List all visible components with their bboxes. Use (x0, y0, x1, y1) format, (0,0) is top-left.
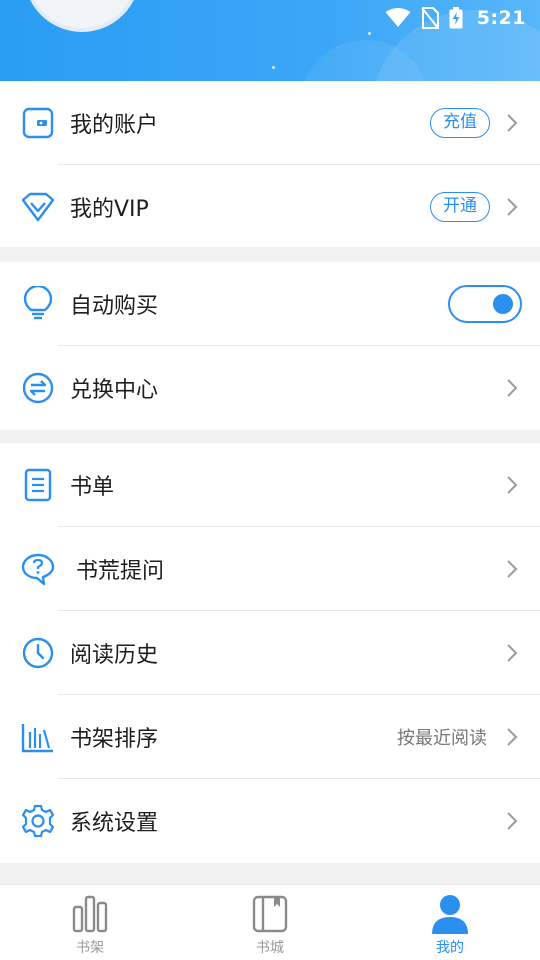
chevron-right-icon (507, 476, 518, 494)
bottom-navigation: 书架 书城 我的 (0, 884, 540, 960)
menu-item-auto-buy: 自动购买 (0, 262, 540, 346)
menu-item-label: 阅读历史 (70, 643, 159, 668)
lightbulb-icon (20, 286, 56, 322)
recharge-button[interactable]: 充值 (430, 108, 490, 138)
menu-item-my-account[interactable]: 我的账户 充值 (0, 81, 540, 165)
menu-item-my-vip[interactable]: 我的VIP 开通 (0, 165, 540, 249)
booklist-icon (20, 467, 56, 503)
person-icon (430, 893, 470, 935)
chevron-right-icon (507, 379, 518, 397)
status-bar: 5:21 (385, 6, 526, 30)
menu-item-exchange-center[interactable]: 兑换中心 (0, 346, 540, 430)
menu-item-label: 自动购买 (70, 294, 159, 319)
bookshelf-icon (70, 893, 110, 935)
chevron-right-icon (507, 560, 518, 578)
nav-tab-label: 我的 (436, 940, 464, 956)
profile-header: 5:21 (0, 0, 540, 81)
header-sparkle (272, 66, 275, 69)
nav-tab-me[interactable]: 我的 (360, 885, 540, 960)
chevron-right-icon (507, 114, 518, 132)
purchase-section: 自动购买 兑换中心 (0, 262, 540, 430)
library-section: 书单 书荒提问 阅读历史 书架排序 按最近阅读 系统设置 (0, 443, 540, 863)
menu-item-label: 兑换中心 (70, 378, 159, 403)
menu-item-label: 我的VIP (70, 197, 149, 222)
status-time: 5:21 (476, 7, 526, 29)
chevron-right-icon (507, 644, 518, 662)
menu-item-label: 系统设置 (70, 811, 159, 836)
sort-bars-icon (20, 719, 56, 755)
header-sparkle (368, 32, 371, 35)
shelf-sort-value: 按最近阅读 (397, 728, 487, 749)
menu-item-label: 我的账户 (70, 113, 159, 138)
nav-tab-label: 书架 (76, 940, 104, 956)
chevron-right-icon (507, 728, 518, 746)
menu-item-label: 书架排序 (70, 727, 159, 752)
diamond-icon (20, 189, 56, 225)
no-sim-icon (420, 7, 439, 29)
activate-vip-button[interactable]: 开通 (430, 192, 490, 222)
chevron-right-icon (507, 198, 518, 216)
menu-item-book-request[interactable]: 书荒提问 (0, 527, 540, 611)
toggle-knob (493, 294, 513, 314)
menu-item-book-list[interactable]: 书单 (0, 443, 540, 527)
auto-buy-toggle[interactable] (448, 285, 522, 323)
gear-icon (20, 803, 56, 839)
menu-item-reading-history[interactable]: 阅读历史 (0, 611, 540, 695)
nav-tab-bookstore[interactable]: 书城 (180, 885, 360, 960)
chevron-right-icon (507, 812, 518, 830)
avatar[interactable] (24, 0, 140, 32)
menu-item-label: 书单 (70, 475, 115, 500)
wifi-icon (385, 8, 411, 28)
menu-item-shelf-sort[interactable]: 书架排序 按最近阅读 (0, 695, 540, 779)
menu-item-label: 书荒提问 (76, 559, 165, 584)
bookstore-icon (250, 893, 290, 935)
account-section: 我的账户 充值 我的VIP 开通 (0, 81, 540, 247)
wallet-icon (20, 105, 56, 141)
clock-icon (20, 635, 56, 671)
nav-tab-label: 书城 (256, 940, 284, 956)
exchange-icon (20, 370, 56, 406)
nav-tab-bookshelf[interactable]: 书架 (0, 885, 180, 960)
battery-charging-icon (449, 7, 463, 29)
menu-item-system-settings[interactable]: 系统设置 (0, 779, 540, 863)
question-bubble-icon (20, 551, 56, 587)
